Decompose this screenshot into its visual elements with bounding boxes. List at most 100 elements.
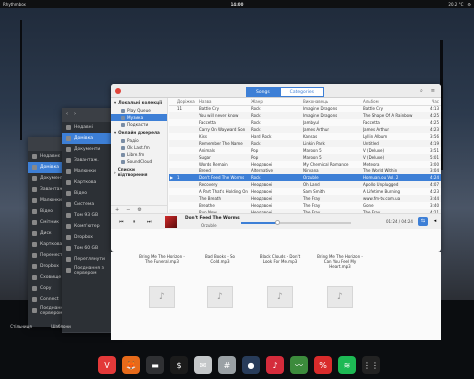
calculator-icon[interactable]: # [218,356,236,374]
playlists-header[interactable]: › Списки відтворення [111,165,167,179]
clock[interactable]: 14:00 [231,2,244,7]
back-icon[interactable]: ‹ [66,111,68,117]
sidebar-item-label: Малюнки [74,169,96,174]
folder-icon[interactable]: ▬ [146,356,164,374]
music-icon[interactable]: ♪ [266,356,284,374]
table-row[interactable]: A Part That's Holding On Неодзвоні Sam Smi… [169,188,441,195]
file-item[interactable] [139,286,185,310]
table-row[interactable]: Recovery Неодзвоні Oh Land Apollo Unplugged… [169,181,441,189]
tab-songs[interactable]: Songs [246,87,280,97]
folder-templates[interactable]: Шаблони [38,324,84,329]
volume-icon[interactable]: ◂ [430,217,440,226]
active-app-label[interactable]: Rhythmbox [3,2,26,7]
library-item-music[interactable]: Музика [111,114,167,121]
table-cell: Maroon 5 [303,147,322,153]
table-row[interactable]: You will never know Rock Imagine Dragons Th… [169,112,441,120]
table-row[interactable]: The Breath Неодзвоні The Fray www.fm-tv.com… [169,195,441,202]
library-item-label: Радіо [127,138,139,143]
file-item[interactable] [317,286,363,310]
table-cell: Orzuble [303,175,319,181]
sale-icon[interactable]: % [314,356,332,374]
settings-icon[interactable]: ⚙ [467,2,471,7]
table-row[interactable]: ▶ 1 Don't Feed The Worms Rock Orzuble Homuan.… [169,174,441,182]
library-item-label: Подкасти [127,122,149,127]
table-row[interactable]: 11 Battle Cry Rock Imagine Dragons Battle Cr… [169,106,441,113]
previous-icon[interactable]: ⏮ [119,219,124,225]
camera-icon[interactable]: ● [242,356,260,374]
add-icon[interactable]: + [115,207,119,213]
settings-icon[interactable]: ⚙ [137,207,141,213]
apps-icon[interactable]: ⋮⋮ [362,356,380,374]
file-item[interactable]: Bring Me The Horizon - The Funeral.mp3 [139,254,185,264]
column-header[interactable]: Назва [199,99,251,104]
file-item[interactable] [197,286,243,310]
table-cell: Maroon 5 [303,154,322,160]
file-item[interactable]: Black Clouds - Don't Look For Me.mp3 [257,254,303,264]
table-row[interactable]: Breathe Неодзвоні The Fray Gone 3:40 [169,202,441,209]
folder-icon [32,209,37,214]
library-item-lastfm[interactable]: Ok Last.fm [111,144,167,151]
table-cell: You will never know [199,113,239,119]
table-cell: 5:01 [430,154,439,160]
table-row[interactable]: Words Remain Неодзвоні My Chemical Romance… [169,161,441,168]
seek-handle[interactable] [274,220,280,225]
library-item-play-queue[interactable]: Play Queue [111,107,167,114]
column-header[interactable]: Доріжка [177,99,199,104]
vivaldi-icon[interactable]: V [98,356,116,374]
table-cell: 4:07 [430,182,439,188]
table-row[interactable]: Faccetta Rock Jambyul Faccetta 4:25 [169,119,441,126]
sidebar-item-label: Карткова [40,242,63,247]
table-cell: 3:44 [430,196,439,202]
folder-icon [32,308,37,313]
online-sources-header[interactable]: ▾ Онлайн джерела [111,128,167,137]
search-icon[interactable]: ⌕ [420,88,423,94]
folder-icon [32,297,37,302]
mail-icon[interactable]: ✉ [194,356,212,374]
library-item-librefm[interactable]: Libre.fm [111,151,167,158]
folder-icon [66,125,71,130]
table-cell: James Arthur [363,127,390,133]
library-item-soundcloud[interactable]: SoundCloud [111,158,167,165]
weather[interactable]: 20.2 °C [448,2,463,7]
table-row[interactable]: Carry On Wayward Son Rock James Arthur Jame… [169,126,441,134]
menu-icon[interactable]: ≡ [431,88,435,94]
sidebar-item-label: Система [74,202,95,207]
status-area[interactable]: 20.2 °C ⚙ [448,2,471,7]
table-cell: Pop [251,147,259,153]
table-row[interactable]: Remember The Name Rock Linkin Park Untitled… [169,139,441,147]
column-header[interactable]: Альбом [363,99,423,104]
palm-trunk [20,20,22,140]
remove-icon[interactable]: − [126,207,130,213]
spotify-icon[interactable]: ≋ [338,356,356,374]
rhythmbox-window[interactable]: Songs Categories ⌕ ≡ ▾ Локальні колекції… [111,84,441,252]
table-row[interactable]: Kiss Hard Rock Kansas Lyllin Album 3:56 [169,133,441,140]
seek-bar[interactable] [241,220,351,225]
local-collections-header[interactable]: ▾ Локальні колекції [111,98,167,107]
library-item-podcasts[interactable]: Подкасти [111,121,167,128]
table-row[interactable]: Breed Alternative Nirvana The World Within 3… [169,167,441,175]
terminal-icon[interactable]: $ [170,356,188,374]
pause-icon[interactable]: ⏸ [133,219,136,225]
next-icon[interactable]: ⏭ [147,219,152,225]
file-item[interactable]: Bring Me The Horizon - Can You Feel My H… [317,254,363,269]
file-item[interactable] [257,286,303,310]
firefox-icon[interactable]: 🦊 [122,356,140,374]
forward-icon[interactable]: › [74,111,76,117]
table-cell: The Fray [303,202,321,208]
table-row[interactable]: Animals Pop Maroon 5 V (Deluxe) 3:51 [169,147,441,154]
table-cell: Kiss [199,134,207,139]
column-header[interactable]: Час [423,99,441,104]
column-header[interactable]: Жанр [251,99,303,104]
library-item-radio[interactable]: Радіо [111,137,167,144]
shuffle-icon[interactable]: ⇆ [418,217,428,226]
table-cell: Animals [199,147,215,153]
file-item[interactable]: Bad Books - So Cold.mp3 [197,254,243,264]
tab-categories[interactable]: Categories [279,87,324,97]
monitor-icon[interactable]: 〰 [290,356,308,374]
table-cell: Kansas [303,134,318,139]
soundcloud-icon [121,159,125,164]
close-icon[interactable] [115,88,121,94]
sidebar-item-label: Недавні [74,125,93,130]
table-row[interactable]: Sugar Pop Maroon 5 V (Deluxe) 5:01 [169,153,441,161]
column-header[interactable]: Виконавець [303,99,363,104]
